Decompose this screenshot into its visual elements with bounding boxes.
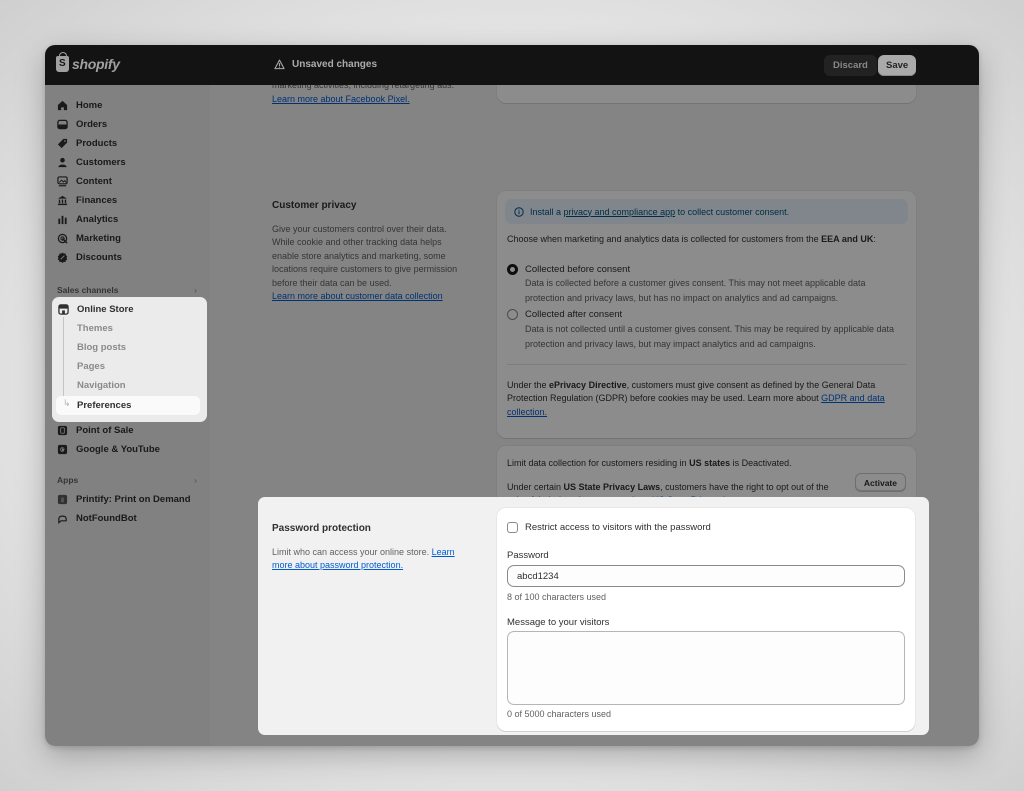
- tree-line: [63, 317, 64, 403]
- restrict-access-row[interactable]: Restrict access to visitors with the pas…: [507, 522, 711, 533]
- option-label: Collected before consent: [525, 263, 631, 275]
- shopify-logo[interactable]: shopify: [56, 52, 120, 72]
- preferences-label: Preferences: [77, 400, 132, 411]
- sidebar-item-analytics[interactable]: Analytics: [57, 211, 118, 227]
- option-label: Collected after consent: [525, 309, 623, 320]
- target-icon: [57, 233, 68, 244]
- message-char-count: 0 of 5000 characters used: [507, 709, 612, 719]
- discount-icon: [57, 251, 68, 263]
- password-protection-title: Password protection: [272, 523, 371, 534]
- warning-icon: [274, 59, 285, 70]
- tag-icon: [57, 138, 68, 149]
- option-description: Data is not collected until a customer g…: [525, 323, 895, 349]
- sidebar-item-printify[interactable]: Printify: Print on Demand: [57, 491, 191, 507]
- sidebar-item-marketing[interactable]: Marketing: [57, 230, 121, 246]
- inbox-icon: [57, 119, 68, 130]
- printify-icon: [57, 494, 68, 505]
- bank-icon: [57, 195, 68, 206]
- sidebar-item-finances[interactable]: Finances: [57, 192, 117, 208]
- save-button[interactable]: Save: [878, 55, 917, 76]
- sidebar-item-home[interactable]: Home: [57, 97, 102, 113]
- password-protection-section: Password protection Limit who can access…: [258, 497, 929, 735]
- password-char-count: 8 of 100 characters used: [507, 592, 607, 602]
- us-states-status: Limit data collection for customers resi…: [507, 458, 792, 468]
- customer-privacy-info: Customer privacy Give your customers con…: [272, 199, 470, 304]
- consent-option[interactable]: Collected after consent Data is not coll…: [507, 308, 906, 352]
- message-label: Message to your visitors: [507, 617, 610, 628]
- pos-icon: [57, 425, 68, 436]
- restrict-access-label: Restrict access to visitors with the pas…: [525, 522, 711, 533]
- customer-privacy-card: Install a privacy and compliance app to …: [497, 191, 916, 438]
- sidebar-item-google-youtube[interactable]: Google & YouTube: [57, 441, 160, 457]
- google-icon: [57, 444, 68, 455]
- chevron-right-icon: ›: [194, 475, 197, 485]
- consent-option[interactable]: Collected before consent Data is collect…: [507, 263, 906, 307]
- radio-after-consent[interactable]: [507, 309, 518, 321]
- customer-privacy-description: Give your customers control over their d…: [272, 223, 458, 288]
- customer-data-link[interactable]: Learn more about customer data collectio…: [272, 291, 443, 301]
- sidebar-subitem-preferences[interactable]: ↳ Preferences: [56, 396, 200, 415]
- sidebar-subitem-themes[interactable]: Themes: [77, 323, 113, 334]
- password-card: Restrict access to visitors with the pas…: [497, 508, 915, 731]
- password-label: Password: [507, 550, 549, 561]
- banner-text: Install a privacy and compliance app to …: [530, 206, 790, 217]
- sidebar-item-discounts[interactable]: Discounts: [57, 249, 122, 265]
- activate-button[interactable]: Activate: [854, 473, 906, 492]
- bot-icon: [57, 513, 68, 524]
- online-store-group: Online Store Themes Blog posts Pages Nav…: [52, 297, 207, 422]
- person-icon: [57, 157, 68, 168]
- bar-chart-icon: [57, 214, 68, 225]
- radio-before-consent[interactable]: [507, 263, 518, 275]
- discard-button[interactable]: Discard: [824, 55, 877, 76]
- store-icon: [58, 303, 69, 315]
- brand-name: shopify: [72, 56, 120, 72]
- sidebar-item-orders[interactable]: Orders: [57, 116, 107, 132]
- restrict-access-checkbox[interactable]: [507, 522, 518, 533]
- info-icon: [514, 206, 524, 217]
- sales-channels-header[interactable]: Sales channels ›: [57, 285, 197, 295]
- customer-privacy-title: Customer privacy: [272, 200, 357, 211]
- unsaved-changes-status: Unsaved changes: [274, 59, 377, 70]
- sidebar-item-online-store[interactable]: Online Store: [58, 301, 133, 317]
- sidebar-subitem-blog-posts[interactable]: Blog posts: [77, 342, 126, 353]
- sidebar-item-customers[interactable]: Customers: [57, 154, 126, 170]
- sidebar-item-point-of-sale[interactable]: Point of Sale: [57, 422, 134, 438]
- sidebar-item-content[interactable]: Content: [57, 173, 112, 189]
- top-bar: shopify Unsaved changes Discard Save: [45, 45, 979, 85]
- password-protection-description: Limit who can access your online store.: [272, 546, 432, 557]
- apps-header[interactable]: Apps ›: [57, 475, 197, 485]
- sidebar-subitem-navigation[interactable]: Navigation: [77, 380, 126, 391]
- choose-text: Choose when marketing and analytics data…: [507, 234, 876, 244]
- divider: [507, 363, 906, 365]
- home-icon: [57, 100, 68, 111]
- info-banner: Install a privacy and compliance app to …: [505, 199, 908, 224]
- chevron-right-icon: ›: [194, 285, 197, 295]
- option-description: Data is collected before a customer give…: [525, 278, 866, 303]
- password-protection-info: Password protection Limit who can access…: [272, 522, 472, 573]
- shopify-bag-icon: [56, 52, 69, 72]
- message-textarea[interactable]: [507, 631, 905, 705]
- eprivacy-text: Under the ePrivacy Directive, customers …: [507, 379, 885, 417]
- privacy-app-link[interactable]: privacy and compliance app: [564, 207, 676, 217]
- image-icon: [57, 175, 68, 187]
- sidebar-subitem-pages[interactable]: Pages: [77, 361, 105, 372]
- facebook-pixel-link[interactable]: Learn more about Facebook Pixel.: [272, 94, 410, 104]
- sidebar-item-products[interactable]: Products: [57, 135, 117, 151]
- sidebar-item-notfoundbot[interactable]: NotFoundBot: [57, 510, 137, 526]
- password-input[interactable]: [507, 565, 905, 587]
- tree-arrow-icon: ↳: [63, 398, 71, 408]
